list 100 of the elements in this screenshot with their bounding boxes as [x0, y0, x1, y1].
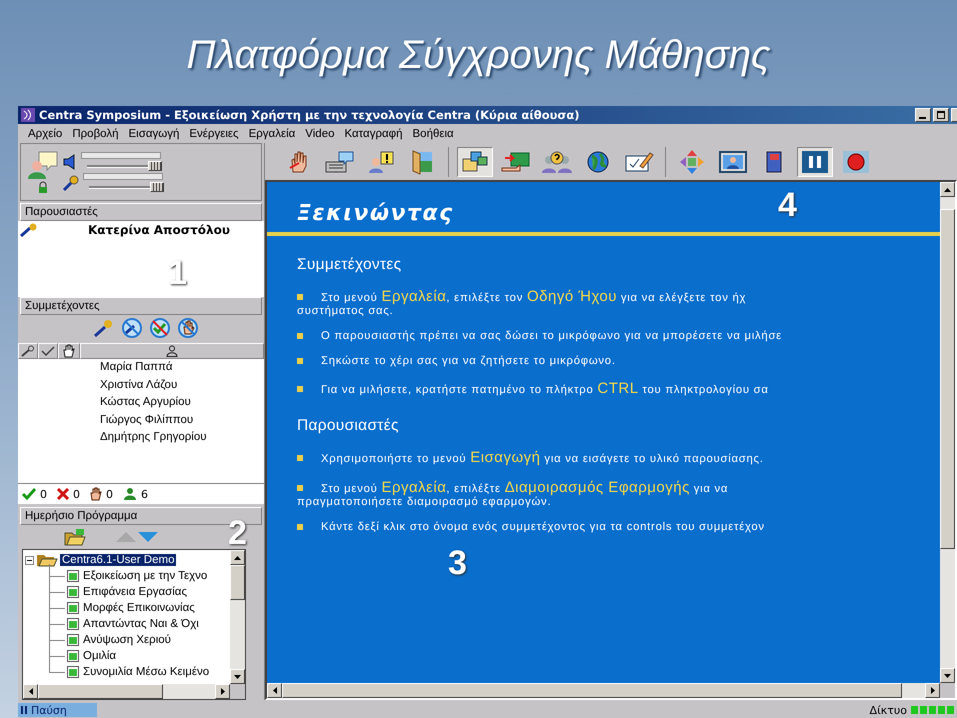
person-icon: [123, 487, 137, 501]
scrollbar-corner: [940, 683, 955, 698]
scroll-left-button[interactable]: [267, 683, 282, 698]
scrollbar-thumb[interactable]: [230, 565, 245, 600]
callout-number: 1: [168, 256, 187, 290]
person-picture-icon: [719, 150, 747, 172]
scroll-up-button[interactable]: [230, 550, 245, 565]
callout-number: 4: [778, 188, 797, 222]
menu-item[interactable]: Προβολή: [72, 128, 119, 140]
keyboard-chat-icon: [325, 150, 355, 174]
tree-item[interactable]: Centra6.1-User Demo: [60, 554, 176, 566]
callout-number: 3: [448, 546, 467, 580]
status-text: Παύση: [31, 704, 67, 716]
scrollbar-thumb[interactable]: [38, 684, 163, 699]
bullet-text: συστήματος σας.: [297, 305, 394, 317]
tree-item[interactable]: Εξοικείωση με την Τεχνο: [83, 570, 208, 582]
globe-icon: [586, 150, 610, 174]
window-title: Centra Symposium - Εξοικείωση Χρήστη με την τεχνολογία Centra (Κύρια αίθουσα): [39, 108, 580, 122]
participant-name[interactable]: Δημήτρης Γρηγορίου: [100, 429, 264, 446]
participant-name[interactable]: Κώστας Αργυρίου: [100, 394, 264, 412]
cross-icon: [57, 488, 69, 500]
scrollbar-corner: [230, 684, 245, 699]
participant-name[interactable]: Γιώργος Φιλίππου: [100, 412, 264, 429]
right-arrow-icon: [220, 688, 224, 695]
volume-slider[interactable]: [87, 161, 159, 171]
scrollbar-thumb[interactable]: [282, 683, 902, 698]
expander[interactable]: [25, 556, 34, 564]
bullet-icon: [297, 358, 303, 364]
no-hand-icon[interactable]: [177, 317, 199, 339]
left-arrow-icon: [28, 688, 32, 695]
participant-name[interactable]: Χριστίνα Λάζου: [100, 376, 264, 394]
bullet-text: Χρησιμοποιήστε το μενού Εισαγωγή για να εισάγετε το υλικό παρουσίασης.: [321, 449, 764, 466]
check-column-icon[interactable]: [41, 346, 55, 356]
no-check-icon[interactable]: [149, 317, 171, 339]
hand-column-icon[interactable]: [63, 344, 75, 358]
bullet-text: Στο μενού Εργαλεία, επιλέξτε τον Οδηγό Ήχου για να ελέγξετε τον ήχ: [321, 288, 746, 305]
page-icon: [67, 666, 79, 678]
up-arrow-icon: [944, 188, 951, 192]
down-arrow-icon: [234, 674, 241, 678]
door-icon: [410, 148, 434, 174]
scroll-right-button[interactable]: [925, 683, 940, 698]
bullet-icon: [297, 294, 303, 300]
bullet-icon: [297, 386, 303, 392]
menu-item[interactable]: Αρχείο: [28, 128, 62, 140]
tree-item[interactable]: Μορφές Επικοινωνίας: [83, 602, 195, 614]
record-icon: [843, 150, 869, 172]
menu-item[interactable]: Video: [305, 128, 334, 140]
participant-name[interactable]: Μαρία Παππά: [100, 359, 264, 376]
person-alert-icon: [367, 150, 395, 174]
person-speech-icon: [27, 151, 59, 179]
hand-icon: [90, 487, 102, 501]
tree-item[interactable]: Ομιλία: [83, 650, 116, 662]
toolbar-button[interactable]: [457, 146, 493, 176]
scrollbar-thumb[interactable]: [940, 209, 955, 549]
open-folder-icon[interactable]: [64, 528, 86, 546]
pen-board-icon: [624, 150, 654, 174]
toolbar-button[interactable]: [797, 146, 833, 176]
page-icon: [67, 634, 79, 646]
lock-icon: [38, 181, 48, 193]
menu-item[interactable]: Βοήθεια: [412, 128, 454, 140]
tree-item[interactable]: Απαντώντας Ναι & Όχι: [83, 618, 199, 630]
page-icon: [67, 650, 79, 662]
microphone-icon[interactable]: [93, 318, 115, 338]
count-value: 6: [141, 488, 148, 500]
content-heading: Ξεκινώντας: [297, 201, 454, 226]
volume-slider[interactable]: [89, 182, 161, 192]
arrows-icon: [679, 148, 705, 174]
bullet-icon: [297, 484, 303, 490]
scroll-down-button[interactable]: [230, 669, 245, 684]
bullet-text: Ο παρουσιαστής πρέπει να σας δώσει το μικρόφωνο για να μπορέσετε να μιλήσε: [321, 330, 782, 342]
minimize-button[interactable]: [915, 108, 931, 122]
bullet-text: πραγματοποιήσετε διαμοιρασμό εφαρμογών.: [297, 496, 552, 508]
slider-thumb[interactable]: [150, 182, 164, 192]
scroll-left-button[interactable]: [23, 684, 38, 699]
maximize-button[interactable]: [933, 108, 949, 122]
scroll-up-button[interactable]: [940, 182, 955, 197]
slider-thumb[interactable]: [148, 161, 162, 171]
book-icon: [765, 150, 783, 174]
tree-item[interactable]: Επιφάνεια Εργασίας: [83, 586, 187, 598]
scroll-right-button[interactable]: [215, 684, 230, 699]
count-value: 0: [73, 488, 80, 500]
menu-item[interactable]: Καταγραφή: [344, 128, 402, 140]
pause-icon: [21, 706, 28, 714]
tree-item[interactable]: Συνομιλία Μέσω Κειμένο: [83, 666, 210, 678]
no-microphone-icon[interactable]: [121, 317, 143, 339]
menu-item[interactable]: Εισαγωγή: [128, 128, 180, 140]
menu-item[interactable]: Εργαλεία: [248, 128, 296, 140]
bullet-icon: [297, 524, 303, 530]
microphone-column-icon[interactable]: [21, 345, 35, 357]
right-arrow-icon: [930, 687, 934, 694]
bullet-icon: [297, 454, 303, 460]
presenter-name[interactable]: Κατερίνα Αποστόλου: [88, 223, 230, 237]
network-meter-icon: [911, 706, 955, 714]
menu-item[interactable]: Ενέργειες: [189, 128, 239, 140]
scroll-down-button[interactable]: [940, 668, 955, 683]
tree-item[interactable]: Ανύψωση Χεριού: [83, 634, 171, 646]
bullet-text: Στο μενού Εργαλεία, επιλέξτε Διαμοιρασμός Εφαρμογής για να: [321, 479, 728, 496]
up-arrow-icon: [234, 556, 241, 560]
page-icon: [67, 618, 79, 630]
person-column-icon[interactable]: [166, 345, 178, 357]
